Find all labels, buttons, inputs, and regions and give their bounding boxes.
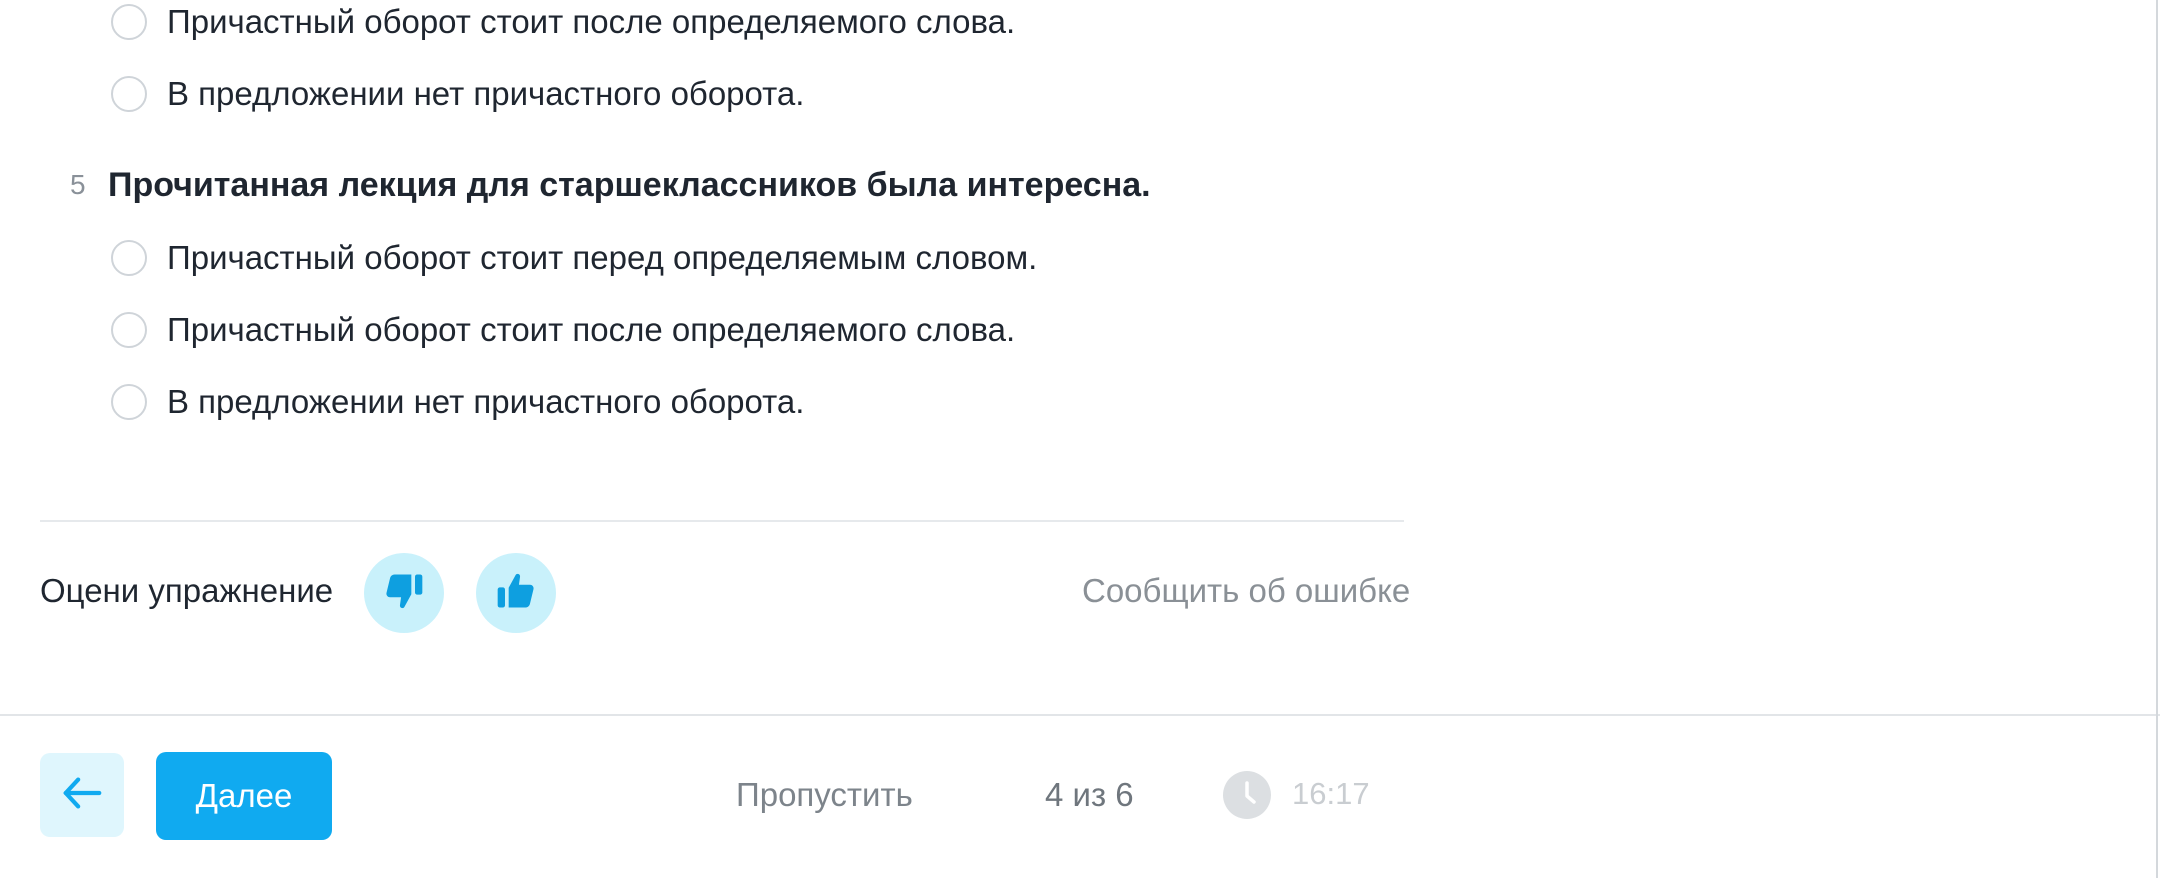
- radio-button[interactable]: [111, 76, 147, 112]
- scrollbar-edge: [2156, 0, 2158, 878]
- option-label: В предложении нет причастного оборота.: [167, 383, 805, 420]
- answer-option[interactable]: Причастный оборот стоит после определяем…: [111, 310, 1015, 350]
- clock-icon: [1223, 771, 1271, 819]
- option-label: Причастный оборот стоит перед определяем…: [167, 239, 1038, 276]
- like-button[interactable]: [476, 553, 556, 633]
- question-text: Прочитанная лекция для старшеклассников …: [108, 165, 1151, 204]
- answer-option[interactable]: В предложении нет причастного оборота.: [111, 382, 804, 422]
- back-button[interactable]: [40, 753, 124, 837]
- question-number: 5: [70, 169, 86, 200]
- dislike-button[interactable]: [364, 553, 444, 633]
- option-label: В предложении нет причастного оборота.: [167, 75, 805, 112]
- thumbs-up-icon: [494, 569, 538, 618]
- exercise-page: Причастный оборот стоит после определяем…: [0, 0, 2160, 878]
- rating-label: Оцени упражнение: [40, 572, 334, 609]
- thumbs-down-icon: [382, 569, 426, 618]
- timer: 16:17: [1292, 776, 1370, 811]
- answer-option[interactable]: В предложении нет причастного оборота.: [111, 74, 804, 114]
- radio-button[interactable]: [111, 4, 147, 40]
- divider: [40, 520, 1404, 522]
- progress-counter: 4 из 6: [1045, 776, 1134, 813]
- radio-button[interactable]: [111, 384, 147, 420]
- footer-divider: [0, 714, 2160, 716]
- radio-button[interactable]: [111, 240, 147, 276]
- answer-option[interactable]: Причастный оборот стоит после определяем…: [111, 2, 1015, 42]
- option-label: Причастный оборот стоит после определяем…: [167, 311, 1016, 348]
- option-label: Причастный оборот стоит после определяем…: [167, 3, 1016, 40]
- answer-option[interactable]: Причастный оборот стоит перед определяем…: [111, 238, 1037, 278]
- skip-link[interactable]: Пропустить: [736, 776, 913, 814]
- arrow-left-icon: [59, 770, 105, 821]
- next-button[interactable]: Далее: [156, 752, 332, 840]
- question-heading: 5 Прочитанная лекция для старшекласснико…: [70, 162, 1151, 208]
- report-error-link[interactable]: Сообщить об ошибке: [1082, 572, 1410, 610]
- radio-button[interactable]: [111, 312, 147, 348]
